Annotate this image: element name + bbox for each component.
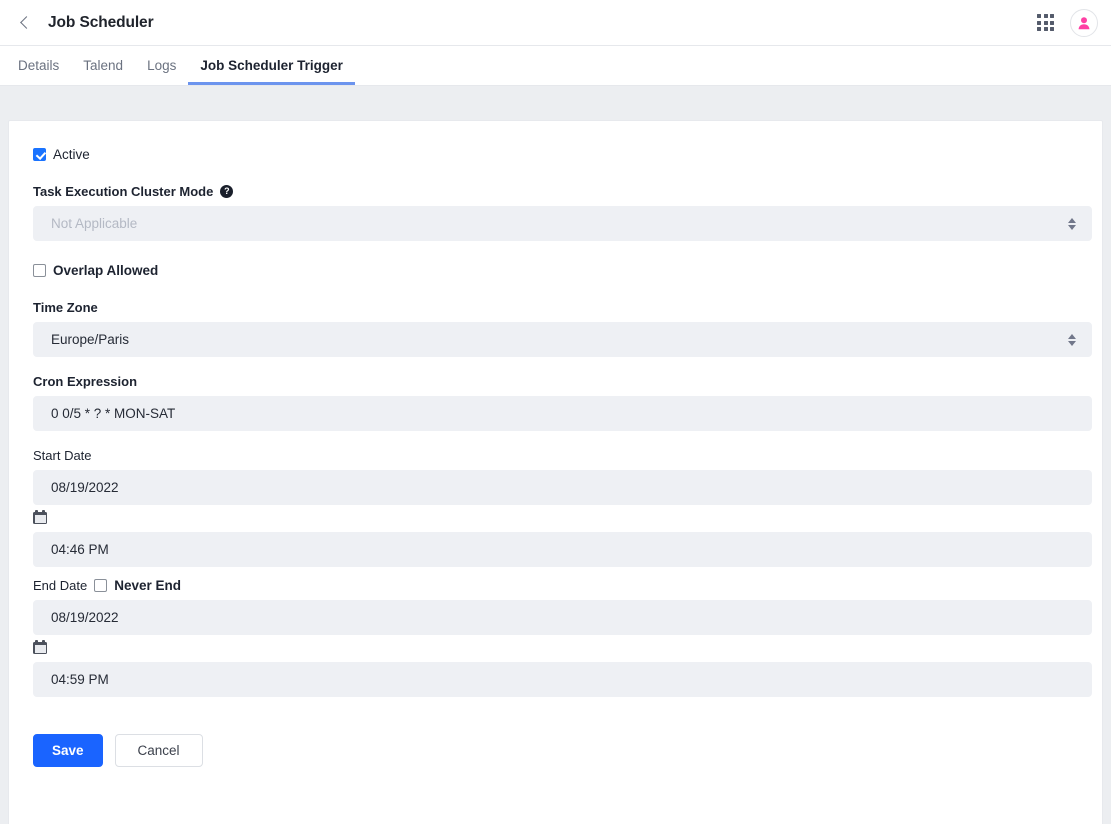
time-zone-value: Europe/Paris (51, 332, 130, 347)
active-checkbox-row: Active (33, 147, 1074, 162)
top-bar: Job Scheduler (0, 0, 1111, 46)
chevron-updown-icon (1068, 217, 1076, 230)
end-date-input[interactable]: 08/19/2022 (33, 600, 1092, 635)
end-time-value: 04:59 PM (51, 672, 109, 687)
chevron-updown-icon (1068, 333, 1076, 346)
end-date-label: End Date (33, 578, 88, 593)
end-date-label-row: End Date Never End (33, 578, 1074, 593)
end-time-input[interactable]: 04:59 PM (33, 662, 1092, 697)
tab-logs[interactable]: Logs (135, 46, 188, 85)
overlap-allowed-checkbox[interactable] (33, 264, 46, 277)
question-mark-icon[interactable]: ? (220, 185, 234, 198)
never-end-label: Never End (114, 578, 181, 593)
start-date-label: Start Date (33, 448, 92, 463)
app-root: Job Scheduler Details Talend Logs Job Sc… (0, 0, 1111, 824)
form-actions: Save Cancel (33, 734, 1074, 767)
save-button[interactable]: Save (33, 734, 103, 767)
start-date-value: 08/19/2022 (51, 480, 119, 495)
overlap-allowed-label: Overlap Allowed (53, 263, 159, 278)
active-label: Active (53, 147, 90, 162)
cron-expression-input[interactable]: 0 0/5 * ? * MON-SAT (33, 396, 1092, 431)
cluster-mode-label-text: Task Execution Cluster Mode (33, 184, 214, 199)
time-zone-select[interactable]: Europe/Paris (33, 322, 1092, 357)
job-scheduler-trigger-form: Active Task Execution Cluster Mode ? Not… (8, 120, 1103, 824)
end-date-value: 08/19/2022 (51, 610, 119, 625)
user-avatar-icon (1078, 16, 1090, 29)
chevron-left-icon (20, 16, 33, 29)
tab-bar: Details Talend Logs Job Scheduler Trigge… (0, 46, 1111, 86)
start-date-input[interactable]: 08/19/2022 (33, 470, 1092, 505)
grid-apps-icon[interactable] (1033, 10, 1058, 35)
cancel-button[interactable]: Cancel (114, 734, 203, 767)
cluster-mode-select[interactable]: Not Applicable (33, 206, 1092, 241)
never-end-checkbox[interactable] (94, 579, 108, 592)
top-bar-actions (1033, 8, 1111, 37)
overlap-allowed-row: Overlap Allowed (33, 263, 1074, 278)
avatar[interactable] (1070, 8, 1098, 37)
calendar-icon[interactable] (33, 640, 47, 654)
page-title: Job Scheduler (48, 13, 154, 31)
cluster-mode-label: Task Execution Cluster Mode ? (33, 184, 1074, 199)
active-checkbox[interactable] (33, 148, 46, 161)
cron-expression-value: 0 0/5 * ? * MON-SAT (51, 406, 176, 421)
start-time-value: 04:46 PM (51, 542, 109, 557)
cron-expression-label: Cron Expression (33, 374, 138, 389)
start-time-input[interactable]: 04:46 PM (33, 532, 1092, 567)
cluster-mode-value: Not Applicable (51, 216, 138, 231)
tab-details[interactable]: Details (6, 46, 71, 85)
calendar-icon[interactable] (33, 510, 47, 524)
tab-job-scheduler-trigger[interactable]: Job Scheduler Trigger (188, 46, 355, 85)
time-zone-label: Time Zone (33, 300, 98, 315)
tab-talend[interactable]: Talend (71, 46, 135, 85)
back-button[interactable] (10, 8, 40, 38)
